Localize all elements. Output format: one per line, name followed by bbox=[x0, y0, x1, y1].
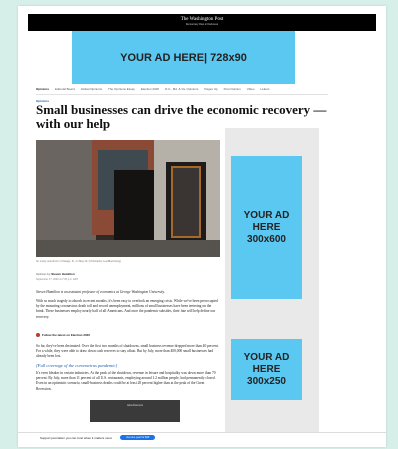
ad-sidebar-300x600[interactable]: YOUR AD HERE 300x600 bbox=[231, 156, 302, 299]
author-bio: Steven Hamilton is an assistant professo… bbox=[36, 290, 165, 294]
dateline: September 17, 2020 at 7:00 p.m. EDT bbox=[36, 278, 79, 281]
photo-entry bbox=[114, 170, 154, 242]
nav-item-opinions-essay[interactable]: The Opinions Essay bbox=[108, 87, 135, 92]
author-name[interactable]: Steven Hamilton bbox=[51, 272, 75, 276]
nav-item-opinions[interactable]: Opinions bbox=[36, 87, 49, 92]
article-headline: Small businesses can drive the economic … bbox=[36, 102, 327, 131]
nav-item-letters[interactable]: Letters bbox=[260, 87, 269, 92]
section-nav: Opinions Editorial Board Global Opinions… bbox=[36, 87, 326, 92]
masthead[interactable]: The Washington Post Democracy Dies in Da… bbox=[28, 14, 376, 31]
inline-ad-label: Advertisement bbox=[127, 404, 143, 407]
subscribe-button[interactable]: Get one year for $29 bbox=[120, 435, 156, 440]
follow-dot-icon bbox=[36, 333, 40, 337]
nav-item-video[interactable]: Video bbox=[247, 87, 255, 92]
nav-item-global-opinions[interactable]: Global Opinions bbox=[81, 87, 102, 92]
article-paragraph: It's even bleaker in certain industries.… bbox=[36, 371, 216, 391]
ad-sidebar-300x250[interactable]: YOUR AD HERE 300x250 bbox=[231, 339, 302, 400]
inline-ad[interactable]: Advertisement bbox=[90, 400, 180, 422]
article-paragraph: So far, they've been decimated. Over the… bbox=[36, 344, 219, 359]
nav-item-dc-opinions[interactable]: D.C., Md. & Va. Opinions bbox=[165, 87, 198, 92]
nav-item-pages-up[interactable]: Pages Up bbox=[204, 87, 217, 92]
nav-item-post-opinion[interactable]: Post Opinion bbox=[224, 87, 241, 92]
site-tagline: Democracy Dies in Darkness bbox=[185, 23, 219, 26]
subscription-bar: Support journalism you can trust when it… bbox=[18, 432, 386, 442]
byline-prefix: Opinion by bbox=[36, 272, 52, 276]
photo-ground bbox=[36, 240, 220, 257]
byline: Opinion by Steven Hamilton bbox=[36, 272, 75, 276]
photo-caption: An empty storefront in Chicago, Ill., on… bbox=[36, 260, 121, 263]
nav-item-editorial-board[interactable]: Editorial Board bbox=[55, 87, 75, 92]
article-paragraph: With so much tragedy to absorb in recent… bbox=[36, 299, 218, 319]
follow-label: Follow the latest on Election 2020 bbox=[42, 333, 91, 337]
related-coverage-link[interactable]: [Full coverage of the coronavirus pandem… bbox=[36, 363, 117, 368]
nav-item-election-2020[interactable]: Election 2020 bbox=[141, 87, 159, 92]
photo-door-frame bbox=[171, 166, 201, 238]
follow-button[interactable]: Follow the latest on Election 2020 bbox=[36, 333, 90, 337]
ad-banner-top[interactable]: YOUR AD HERE| 728x90 bbox=[72, 31, 295, 84]
subscription-message: Support journalism you can trust when it… bbox=[40, 435, 113, 440]
site-logo[interactable]: The Washington Post bbox=[28, 14, 376, 23]
nav-divider bbox=[36, 94, 328, 95]
article-photo bbox=[36, 140, 220, 257]
